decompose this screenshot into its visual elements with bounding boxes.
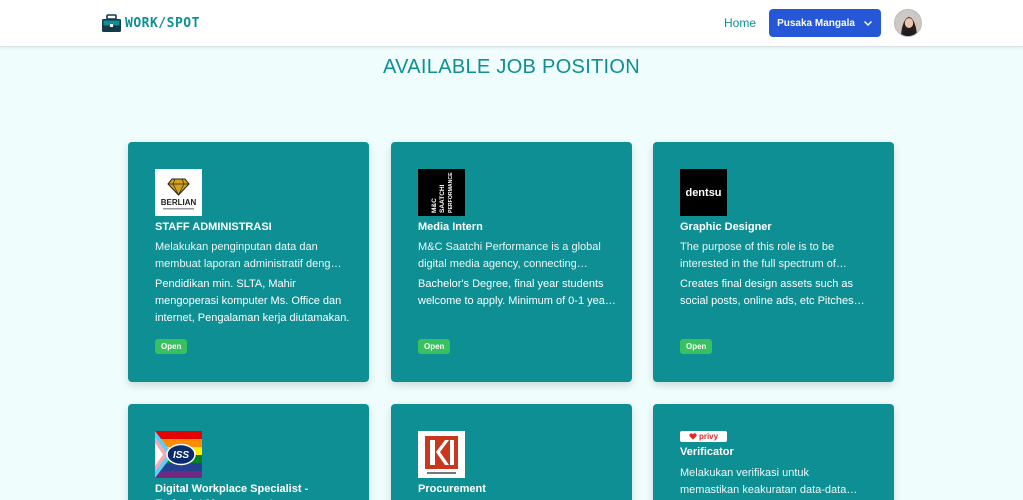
mc-saatchi-logo-icon: M&C SAATCHI PERFORMANCE	[431, 172, 454, 213]
company-logo: BERLIAN	[155, 169, 202, 216]
user-menu-button[interactable]: Pusaka Mangala	[769, 9, 881, 37]
job-card[interactable]: Procurement	[391, 404, 632, 500]
nav-home-link[interactable]: Home	[724, 16, 756, 30]
job-description: Melakukan verifikasi untuk memastikan ke…	[680, 467, 847, 496]
privy-logo-text: privy	[698, 432, 719, 441]
company-logo: ISS	[155, 431, 202, 478]
company-logo: privy	[680, 431, 727, 442]
job-card[interactable]: dentsu Graphic Designer The purpose of t…	[653, 142, 894, 382]
svg-text:M&C: M&C	[431, 198, 438, 213]
svg-text:ISS: ISS	[173, 450, 189, 461]
brand-name: WORK/SPOT	[125, 15, 200, 31]
job-title: Procurement	[418, 483, 486, 495]
page-title: AVAILABLE JOB POSITION	[382, 56, 641, 78]
company-logo: M&C SAATCHI PERFORMANCE	[418, 169, 465, 216]
job-card[interactable]: BERLIAN STAFF ADMINISTRASI Melakukan pen…	[128, 142, 369, 382]
job-title: Verificator	[680, 446, 734, 458]
job-title: Media Intern	[418, 221, 483, 233]
job-requirements: Bachelor's Degree, final year students w…	[418, 278, 615, 307]
chevron-down-icon	[863, 21, 872, 26]
iss-pride-logo-icon: ISS	[155, 431, 202, 478]
avatar[interactable]	[894, 9, 922, 37]
heart-icon	[689, 433, 697, 440]
job-title: Digital Workplace Specialist - Endpoint …	[155, 483, 309, 500]
job-description: The purpose of this role is to be intere…	[680, 241, 836, 270]
ki-logo-icon	[425, 436, 458, 474]
brand-logo[interactable]: WORK/SPOT	[101, 13, 200, 33]
svg-text:PERFORMANCE: PERFORMANCE	[448, 172, 454, 213]
status-badge: Open	[155, 339, 188, 354]
job-description: M&C Saatchi Performance is a global digi…	[418, 241, 601, 270]
user-photo-icon	[895, 10, 921, 36]
diamond-logo-icon: BERLIAN	[161, 178, 197, 210]
svg-text:BERLIAN: BERLIAN	[161, 198, 197, 207]
job-description: Melakukan penginputan data dan membuat l…	[155, 241, 343, 270]
dentsu-logo-text: dentsu	[685, 186, 722, 199]
status-badge: Open	[418, 339, 451, 354]
company-logo	[418, 431, 465, 478]
user-name: Pusaka Mangala	[777, 17, 855, 29]
job-card[interactable]: M&C SAATCHI PERFORMANCE Media Intern M&C…	[391, 142, 632, 382]
job-card[interactable]: ISS Digital Workplace Specialist - Endpo…	[128, 404, 369, 500]
job-requirements: Pendidikan min. SLTA, Mahir mengoperasi …	[155, 278, 350, 324]
company-logo: dentsu	[680, 169, 727, 216]
navbar: WORK/SPOT Home Pusaka Mangala	[0, 0, 1023, 47]
briefcase-icon	[102, 13, 121, 32]
svg-text:SAATCHI: SAATCHI	[439, 184, 446, 213]
job-card[interactable]: privy Verificator Melakukan verifikasi u…	[653, 404, 894, 500]
job-title: STAFF ADMINISTRASI	[155, 221, 272, 233]
status-badge: Open	[680, 339, 713, 354]
job-requirements: Creates final design assets such as soci…	[680, 278, 854, 307]
job-title: Graphic Designer	[680, 221, 772, 233]
